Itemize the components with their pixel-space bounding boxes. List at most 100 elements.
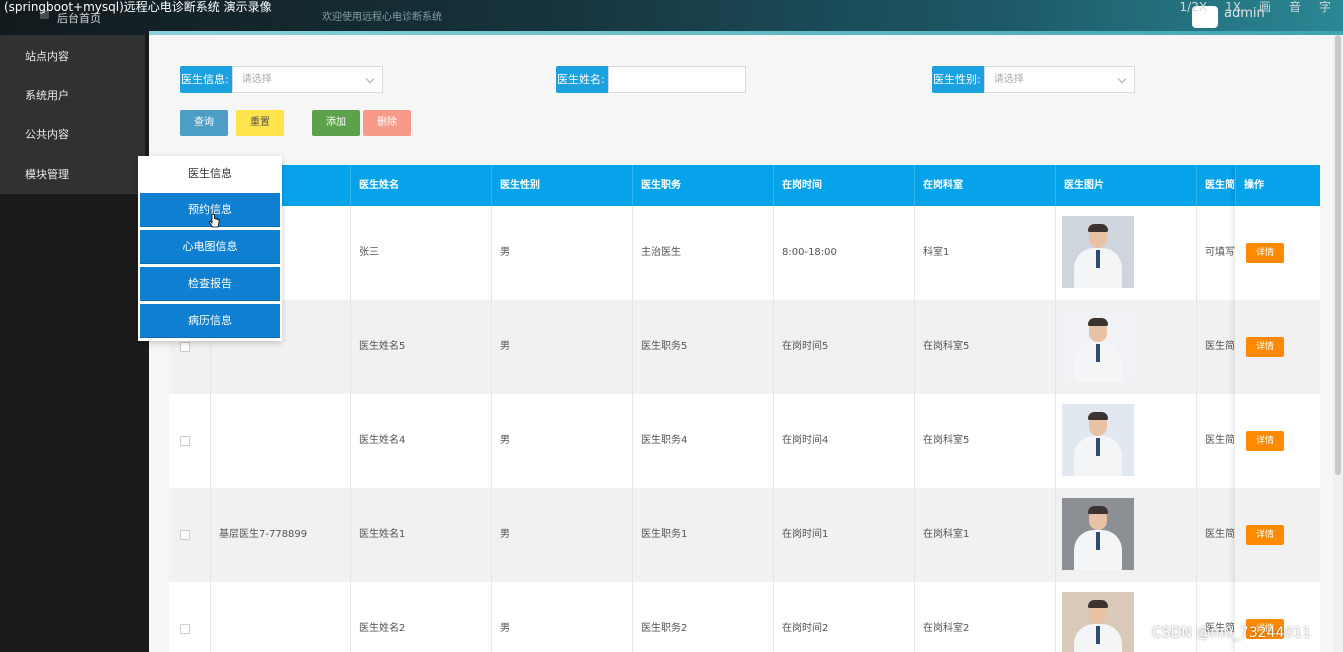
cell-doctor-intro: 医生简 [1196, 582, 1235, 652]
table-row[interactable]: 医生姓名2 男 医生职务2 在岗时间2 在岗科室2 医生简 详情 [169, 582, 1320, 652]
row-checkbox[interactable] [180, 624, 190, 634]
doctor-photo[interactable] [1062, 498, 1134, 570]
cell-doctor-gender: 男 [491, 300, 632, 394]
query-button[interactable]: 查询 [180, 110, 228, 136]
add-button[interactable]: 添加 [312, 110, 360, 136]
cell-doctor-gender: 男 [491, 582, 632, 652]
scrollbar-thumb[interactable] [1335, 35, 1341, 475]
doctor-photo[interactable] [1062, 404, 1134, 476]
sidebar-item-system-users[interactable]: 系统用户 [0, 76, 145, 116]
top-bar: 后台首页 (springboot+mysql)远程心电诊断系统 演示录像 欢迎使… [0, 0, 1343, 35]
doctor-photo[interactable] [1062, 216, 1134, 288]
cell-department: 在岗科室1 [914, 488, 1055, 582]
submenu-item-medical-record[interactable]: 病历信息 [140, 304, 280, 338]
row-checkbox[interactable] [180, 436, 190, 446]
col-operations: 操作 [1235, 165, 1320, 206]
sidebar-item-public-content[interactable]: 公共内容 [0, 115, 145, 155]
doctor-photo[interactable] [1062, 310, 1134, 382]
doctor-photo[interactable] [1062, 592, 1134, 652]
doctor-info-placeholder: 请选择 [241, 74, 272, 85]
detail-button[interactable]: 详情 [1246, 243, 1284, 263]
cell-doctor-intro: 医生简 [1196, 394, 1235, 488]
row-checkbox[interactable] [180, 342, 190, 352]
cell-on-duty-time: 8:00-18:00 [773, 206, 914, 300]
speed-half-button[interactable]: 1/2X [1180, 0, 1208, 14]
cell-doctor-intro: 可填写 [1196, 206, 1235, 300]
row-checkbox[interactable] [180, 530, 190, 540]
detail-button[interactable]: 详情 [1246, 431, 1284, 451]
cell-doctor-title: 医生职务1 [632, 488, 773, 582]
video-title: (springboot+mysql)远程心电诊断系统 演示录像 [4, 0, 272, 14]
cell-doctor-info [210, 582, 350, 652]
submenu-item-exam-report[interactable]: 检查报告 [140, 267, 280, 301]
doctor-info-select[interactable]: 请选择 [231, 66, 383, 93]
col-doctor-photo[interactable]: 医生图片 [1055, 165, 1196, 206]
watermark: CSDN @m0_73244011 [1152, 625, 1312, 641]
cell-doctor-gender: 男 [491, 488, 632, 582]
table-row[interactable]: 张三 男 主治医生 8:00-18:00 科室1 可填写 详情 [169, 206, 1320, 300]
table-row[interactable]: 医生姓名5 男 医生职务5 在岗时间5 在岗科室5 医生简 详情 [169, 300, 1320, 394]
doctor-table: 医生姓名 医生性别 医生职务 在岗时间 在岗科室 医生图片 医生简介 操作 张三… [169, 165, 1320, 652]
table-header: 医生姓名 医生性别 医生职务 在岗时间 在岗科室 医生图片 医生简介 操作 [169, 165, 1320, 206]
col-department[interactable]: 在岗科室 [914, 165, 1055, 206]
chevron-down-icon [365, 74, 374, 84]
cell-on-duty-time: 在岗时间5 [773, 300, 914, 394]
doctor-name-filter: 医生姓名: [556, 66, 746, 93]
cell-doctor-name: 医生姓名4 [350, 394, 491, 488]
cell-on-duty-time: 在岗时间1 [773, 488, 914, 582]
reset-button[interactable]: 重置 [236, 110, 284, 136]
submenu-item-ecg[interactable]: 心电图信息 [140, 230, 280, 264]
table-row[interactable]: 医生姓名4 男 医生职务4 在岗时间4 在岗科室5 医生简 详情 [169, 394, 1320, 488]
sidebar-item-module-management[interactable]: 模块管理 [0, 155, 145, 195]
cell-doctor-gender: 男 [491, 394, 632, 488]
scrollbar[interactable] [1333, 35, 1343, 652]
chevron-down-icon [1117, 74, 1126, 84]
col-doctor-intro[interactable]: 医生简介 [1196, 165, 1235, 206]
doctor-name-input[interactable] [607, 66, 746, 93]
delete-button[interactable]: 删除 [363, 110, 411, 136]
speed-normal-button[interactable]: 1X [1225, 0, 1241, 14]
doctor-gender-select[interactable]: 请选择 [983, 66, 1135, 93]
cell-doctor-info [210, 394, 350, 488]
cell-department: 在岗科室5 [914, 394, 1055, 488]
col-doctor-name[interactable]: 医生姓名 [350, 165, 491, 206]
cell-doctor-name: 张三 [350, 206, 491, 300]
detail-button[interactable]: 详情 [1246, 337, 1284, 357]
cell-doctor-title: 医生职务2 [632, 582, 773, 652]
submenu-doctor-info[interactable]: 医生信息 [138, 156, 282, 192]
cell-doctor-intro: 医生简 [1196, 300, 1235, 394]
cell-doctor-intro: 医生简 [1196, 488, 1235, 582]
player-controls: 1/2X 1X 画 音 字 [1162, 0, 1331, 14]
cell-doctor-info: 基层医生7-778899 [210, 488, 350, 582]
cell-on-duty-time: 在岗时间2 [773, 582, 914, 652]
hand-cursor-icon [208, 214, 220, 228]
doctor-gender-label: 医生性别: [932, 66, 984, 93]
cell-doctor-title: 医生职务4 [632, 394, 773, 488]
sidebar: 站点内容 系统用户 公共内容 模块管理 [0, 35, 149, 652]
cell-doctor-name: 医生姓名5 [350, 300, 491, 394]
welcome-text: 欢迎使用远程心电诊断系统 [322, 12, 442, 23]
detail-button[interactable]: 详情 [1246, 525, 1284, 545]
sidebar-item-site-content[interactable]: 站点内容 [0, 37, 145, 77]
col-doctor-title[interactable]: 医生职务 [632, 165, 773, 206]
doctor-name-label: 医生姓名: [556, 66, 608, 93]
cell-department: 科室1 [914, 206, 1055, 300]
cell-doctor-gender: 男 [491, 206, 632, 300]
subtitle-button[interactable]: 字 [1319, 0, 1331, 14]
cell-doctor-name: 医生姓名1 [350, 488, 491, 582]
doctor-gender-placeholder: 请选择 [993, 74, 1024, 85]
col-on-duty-time[interactable]: 在岗时间 [773, 165, 914, 206]
doctor-info-label: 医生信息: [180, 66, 232, 93]
cell-on-duty-time: 在岗时间4 [773, 394, 914, 488]
quality-button[interactable]: 画 [1259, 0, 1271, 14]
audio-button[interactable]: 音 [1289, 0, 1301, 14]
cell-department: 在岗科室2 [914, 582, 1055, 652]
cell-doctor-name: 医生姓名2 [350, 582, 491, 652]
module-submenu: 医生信息 预约信息 心电图信息 检查报告 病历信息 [138, 156, 282, 341]
table-row[interactable]: 基层医生7-778899 医生姓名1 男 医生职务1 在岗时间1 在岗科室1 医… [169, 488, 1320, 582]
cell-department: 在岗科室5 [914, 300, 1055, 394]
doctor-info-filter: 医生信息: 请选择 [180, 66, 383, 93]
col-doctor-gender[interactable]: 医生性别 [491, 165, 632, 206]
doctor-gender-filter: 医生性别: 请选择 [932, 66, 1135, 93]
cell-doctor-title: 主治医生 [632, 206, 773, 300]
